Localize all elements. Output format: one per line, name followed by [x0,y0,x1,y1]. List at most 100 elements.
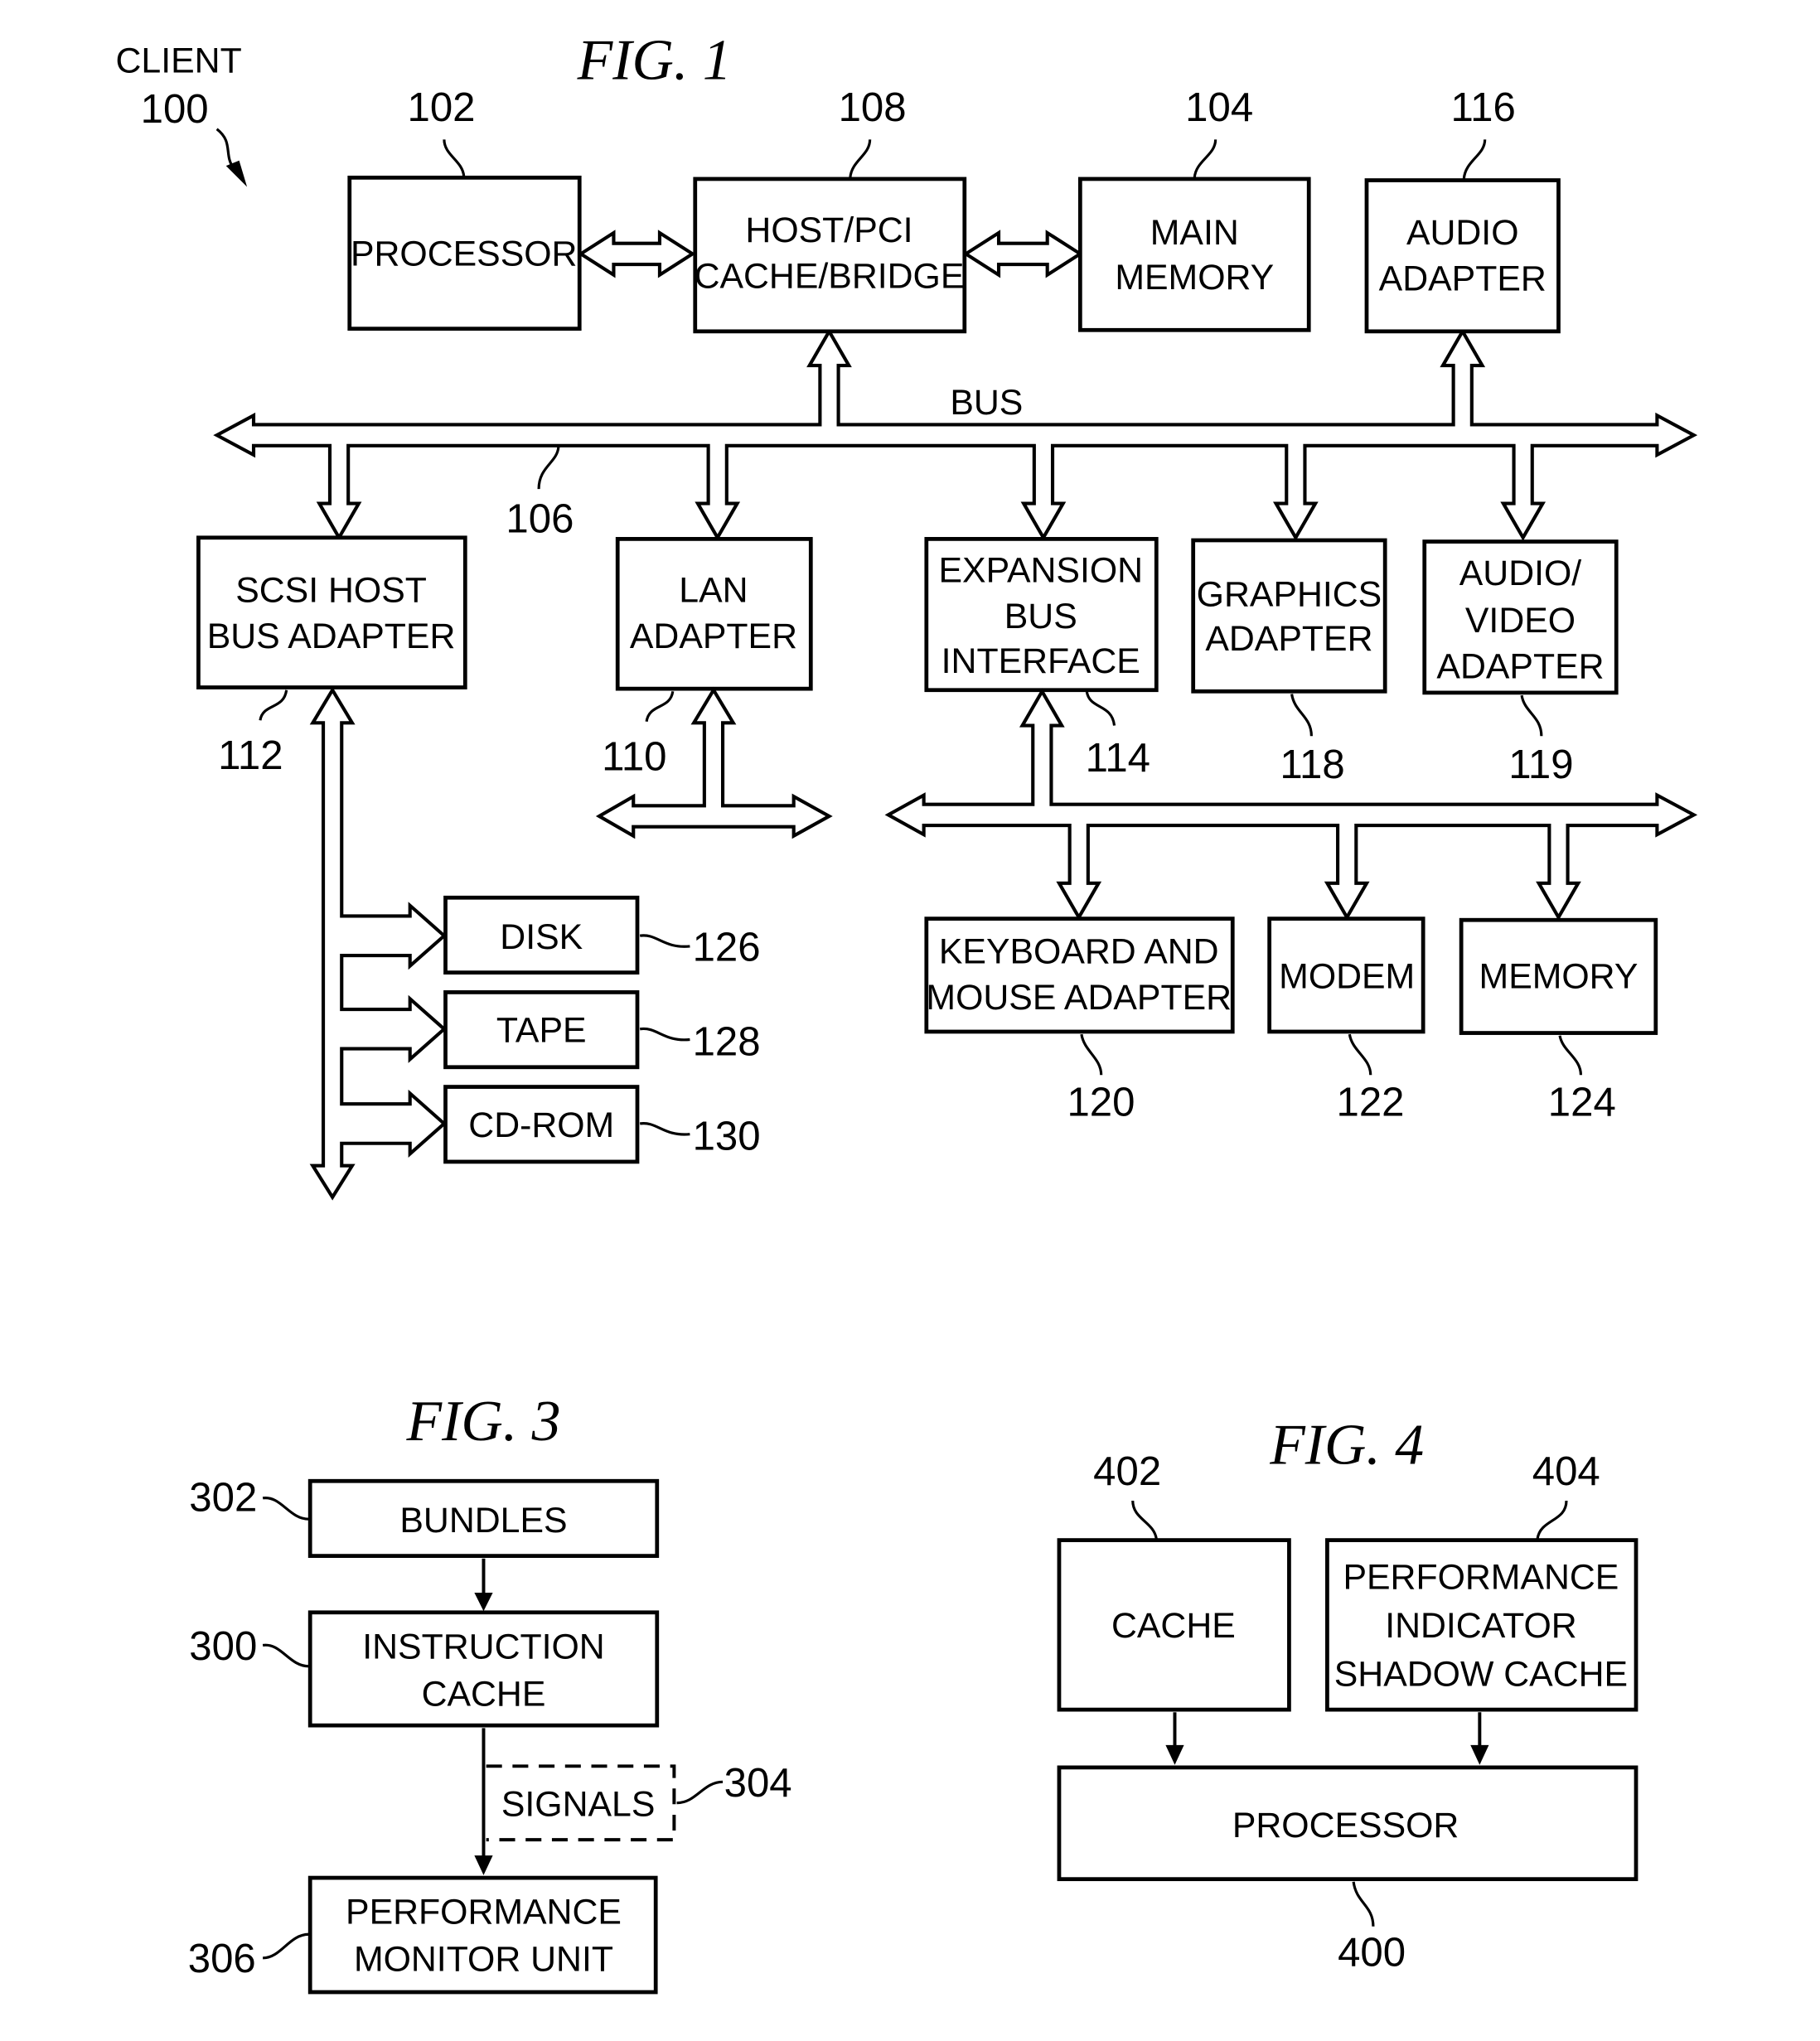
tape-label: TAPE [496,1011,587,1051]
shadow-label-3: SHADOW CACHE [1334,1655,1628,1695]
block-memory-124: MEMORY 124 [1459,917,1658,1124]
keyboard-label-1: KEYBOARD AND [939,932,1219,972]
signals-ref: 304 [724,1761,792,1806]
cache-to-pmu-arrowhead-icon [474,1855,493,1875]
expansion-label-3: INTERFACE [941,641,1140,681]
bundles-label: BUNDLES [399,1501,567,1540]
keyboard-ref: 120 [1067,1080,1135,1124]
cache-label: CACHE [1111,1606,1236,1646]
fig3-title: FIG. 3 [406,1390,561,1453]
expansion-ref: 114 [1086,736,1150,781]
disk-ref: 126 [693,925,761,970]
icache-ref: 300 [189,1624,257,1669]
client-leader [215,128,235,170]
memory-ref: 124 [1548,1080,1616,1124]
fig1-title: FIG. 1 [577,28,732,92]
block-tape-128: TAPE 128 [443,990,761,1070]
fig4-processor-ref: 400 [1338,1930,1406,1975]
block-cache-402: CACHE 402 [1057,1449,1291,1712]
bus-leader [537,447,560,490]
main-memory-label-1: MAIN [1150,213,1239,253]
graphics-ref: 118 [1280,742,1344,787]
disk-label: DISK [500,917,583,957]
audio-adapter-label-1: AUDIO [1406,213,1519,253]
tape-ref: 128 [693,1020,761,1065]
icache-label-2: CACHE [422,1674,546,1714]
fig4-processor-label: PROCESSOR [1232,1806,1459,1845]
pmu-label-1: PERFORMANCE [346,1893,622,1932]
processor-bridge-link [577,230,696,278]
block-modem-122: MODEM 122 [1267,917,1426,1124]
modem-label: MODEM [1279,957,1415,997]
system-bus-106: BUS 106 [213,327,1698,541]
host-bridge-label-1: HOST/PCI [745,210,912,250]
expansion-bus-link [884,688,1698,921]
memory-label: MEMORY [1479,957,1638,997]
expansion-label-2: BUS [1004,597,1077,636]
block-instruction-cache-300: INSTRUCTION CACHE 300 [189,1610,660,1728]
system-bus-arrow [213,327,1698,541]
client-ref: 100 [141,87,209,132]
av-label-2: VIDEO [1465,601,1576,641]
av-label-1: AUDIO/ [1459,554,1582,593]
block-disk-126: DISK 126 [443,895,761,975]
block-graphics-adapter-118: GRAPHICS ADAPTER 118 [1191,538,1387,787]
cache-ref: 402 [1093,1449,1161,1494]
processor-label: PROCESSOR [351,235,577,274]
keyboard-label-2: MOUSE ADAPTER [926,978,1232,1018]
audio-adapter-label-2: ADAPTER [1379,259,1547,299]
pmu-label-2: MONITOR UNIT [354,1940,613,1980]
host-bridge-ref: 108 [839,85,907,130]
expansion-label-1: EXPANSION [938,551,1143,591]
host-bridge-label-2: CACHE/BRIDGE [695,257,965,297]
patent-drawing-sheet: FIG. 1 CLIENT 100 BUS 106 PROCESSOR 102 … [116,28,1698,1995]
scsi-label-2: BUS ADAPTER [207,617,456,656]
pmu-ref: 306 [188,1937,256,1981]
block-audio-adapter-116: AUDIO ADAPTER 116 [1364,85,1561,334]
scsi-ref: 112 [218,733,283,778]
bridge-memory-link [962,230,1084,278]
main-memory-ref: 104 [1185,85,1253,130]
cdrom-ref: 130 [693,1115,761,1159]
shadow-to-processor-arrowhead-icon [1470,1744,1489,1765]
lan-label-1: LAN [679,570,748,610]
fig4-title: FIG. 4 [1269,1414,1424,1478]
av-ref: 119 [1508,742,1573,787]
client-label: CLIENT [116,41,242,81]
processor-ref: 102 [408,85,476,130]
lan-ref: 110 [602,734,666,779]
signals-label: SIGNALS [501,1785,656,1825]
main-memory-label-2: MEMORY [1115,258,1274,297]
figure-1: FIG. 1 CLIENT 100 BUS 106 PROCESSOR 102 … [116,28,1698,1201]
shadow-ref: 404 [1532,1449,1600,1494]
scsi-label-1: SCSI HOST [235,570,427,610]
lan-label-2: ADAPTER [630,617,797,656]
shadow-label-1: PERFORMANCE [1343,1557,1619,1597]
audio-adapter-ref: 116 [1450,85,1515,130]
block-processor-102: PROCESSOR 102 [347,85,582,331]
block-processor-400: PROCESSOR 400 [1057,1765,1638,1975]
block-shadow-cache-404: PERFORMANCE INDICATOR SHADOW CACHE 404 [1325,1449,1638,1712]
cache-to-processor-arrowhead-icon [1165,1744,1184,1765]
block-av-adapter-119: AUDIO/ VIDEO ADAPTER 119 [1422,539,1619,787]
figure-4: FIG. 4 CACHE 402 PERFORMANCE INDICATOR S… [1057,1414,1638,1975]
block-cdrom-130: CD-ROM 130 [443,1085,761,1164]
block-performance-monitor-306: PERFORMANCE MONITOR UNIT 306 [188,1875,658,1995]
figure-3: FIG. 3 BUNDLES 302 INSTRUCTION CACHE 300… [188,1390,792,1995]
bundles-to-cache-arrowhead-icon [474,1593,493,1612]
block-bundles-302: BUNDLES 302 [189,1476,660,1558]
modem-ref: 122 [1337,1080,1405,1124]
cdrom-label: CD-ROM [468,1105,614,1145]
shadow-label-2: INDICATOR [1385,1606,1576,1646]
graphics-label-1: GRAPHICS [1197,574,1382,614]
icache-label-1: INSTRUCTION [362,1627,604,1666]
block-host-pci-bridge-108: HOST/PCI CACHE/BRIDGE 108 [693,85,967,334]
graphics-label-2: ADAPTER [1205,619,1372,659]
block-keyboard-mouse-120: KEYBOARD AND MOUSE ADAPTER 120 [924,917,1235,1124]
av-label-3: ADAPTER [1436,646,1604,686]
bus-ref: 106 [506,496,574,541]
block-main-memory-104: MAIN MEMORY 104 [1077,85,1311,332]
bus-label: BUS [950,383,1023,423]
client-arrowhead-icon [225,160,248,187]
signals-304: SIGNALS 304 [486,1761,792,1842]
